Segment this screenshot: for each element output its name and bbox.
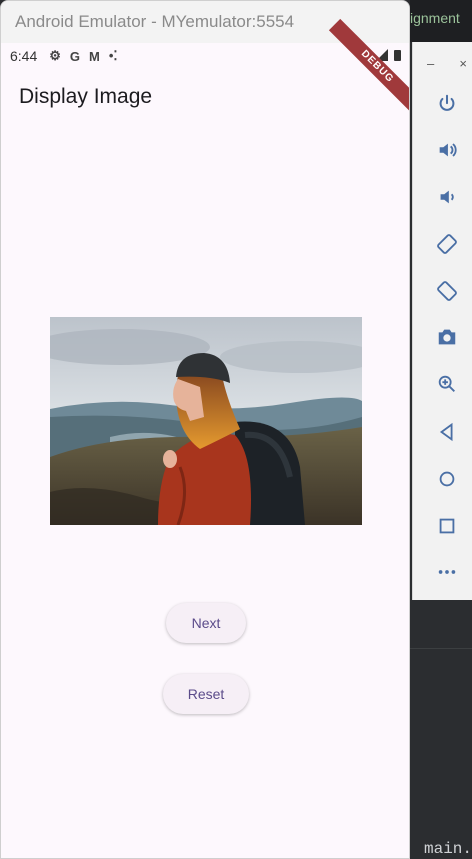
displayed-image [50, 317, 362, 525]
dots-icon: •⁚ [108, 48, 118, 63]
overview-icon[interactable] [435, 514, 459, 538]
gear-icon: ⚙ [49, 48, 61, 63]
status-time: 6:44 [10, 48, 38, 64]
camera-icon[interactable] [435, 325, 459, 349]
page-title: Display Image [19, 85, 153, 108]
more-icon[interactable] [435, 560, 459, 584]
zoom-icon[interactable] [435, 372, 459, 396]
volume-up-icon[interactable] [435, 138, 459, 162]
back-icon[interactable] [435, 420, 459, 444]
emulator-toolbar: – × [412, 42, 472, 600]
next-button[interactable]: Next [166, 603, 246, 643]
rotate-left-icon[interactable] [435, 232, 459, 256]
google-icon: G [69, 48, 81, 64]
window-title: Android Emulator - MYemulator:5554 [15, 12, 295, 31]
gmail-icon: M [89, 48, 100, 64]
ide-code-fragment: ignment [410, 10, 460, 26]
reset-button[interactable]: Reset [163, 674, 249, 714]
minimize-button[interactable]: – [427, 56, 434, 71]
close-button[interactable]: × [459, 56, 467, 71]
emulator-window: Android Emulator - MYemulator:5554 6:44 … [0, 0, 410, 859]
power-icon[interactable] [435, 92, 459, 116]
home-icon[interactable] [435, 467, 459, 491]
rotate-right-icon[interactable] [435, 279, 459, 303]
ide-divider [410, 648, 472, 649]
ide-terminal-fragment: main. [424, 840, 472, 858]
battery-icon [394, 50, 401, 61]
volume-down-icon[interactable] [435, 185, 459, 209]
